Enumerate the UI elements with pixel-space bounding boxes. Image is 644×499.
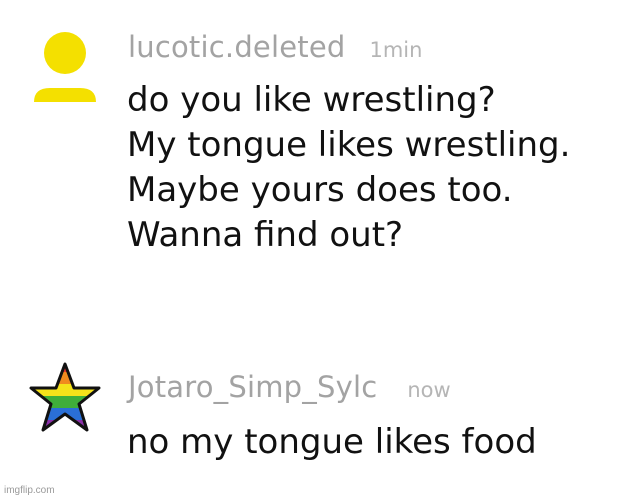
watermark: imgflip.com bbox=[4, 485, 55, 496]
timestamp: now bbox=[407, 378, 451, 402]
username[interactable]: Jotaro_Simp_Sylc bbox=[128, 370, 377, 404]
message-line: do you like wrestling? bbox=[127, 80, 496, 120]
message-line: My tongue likes wrestling. bbox=[127, 125, 571, 165]
message-header: lucotic.deleted 1min bbox=[128, 30, 422, 64]
message-body: do you like wrestling? My tongue likes w… bbox=[127, 78, 570, 258]
message-line: no my tongue likes food bbox=[127, 422, 537, 462]
message-line: Wanna find out? bbox=[127, 215, 404, 255]
timestamp: 1min bbox=[369, 38, 423, 62]
username[interactable]: lucotic.deleted bbox=[128, 30, 345, 64]
yellow-person-icon[interactable] bbox=[28, 30, 102, 104]
rainbow-star-icon[interactable] bbox=[28, 360, 102, 434]
message-header: Jotaro_Simp_Sylc now bbox=[128, 370, 451, 404]
message-body: no my tongue likes food bbox=[127, 420, 537, 465]
message-line: Maybe yours does too. bbox=[127, 170, 513, 210]
